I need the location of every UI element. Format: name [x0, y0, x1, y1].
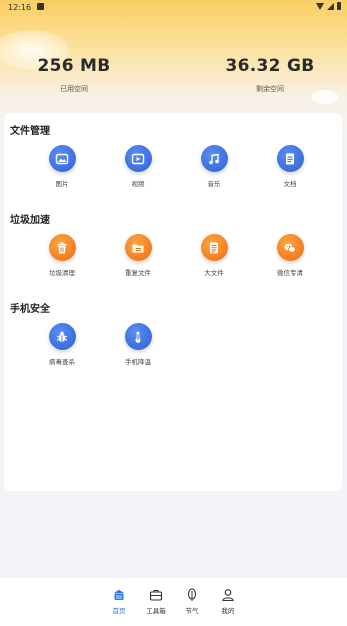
tools-card: 文件管理 图片 视频 音乐 文档 垃圾加速 垃圾清理 重复文件 大文件 微信专清… [4, 113, 342, 491]
tool-virus-scan[interactable]: 病毒查杀 [32, 323, 92, 366]
tool-large-files-label: 大文件 [204, 269, 224, 277]
status-time: 12:16 [8, 3, 32, 12]
tool-images[interactable]: 图片 [32, 145, 92, 188]
file-management-row: 图片 视频 音乐 文档 [4, 145, 342, 191]
home-icon [112, 587, 126, 601]
tool-junk-clean[interactable]: 垃圾清理 [32, 234, 92, 277]
used-storage-value: 256 MB [37, 56, 111, 76]
wifi-icon [316, 2, 324, 10]
tab-solar-terms-label: 节气 [185, 607, 199, 615]
tool-wechat-clean[interactable]: 微信专清 [260, 234, 320, 277]
tool-music[interactable]: 音乐 [184, 145, 244, 188]
tab-solar-terms[interactable]: 节气 [177, 587, 207, 615]
profile-icon [221, 587, 235, 602]
video-icon [124, 145, 152, 172]
signal-icon [327, 2, 334, 10]
file-icon [200, 234, 228, 261]
tool-virus-scan-label: 病毒查杀 [49, 358, 75, 366]
tool-duplicate-files-label: 重复文件 [125, 269, 151, 277]
section-title-file-management: 文件管理 [10, 126, 50, 137]
tool-phone-cooling[interactable]: 手机降温 [108, 323, 168, 366]
section-title-junk-boost: 垃圾加速 [10, 215, 50, 226]
tool-documents[interactable]: 文档 [260, 145, 320, 188]
tab-profile-label: 我的 [221, 607, 235, 615]
bottom-tab-bar: 首页 工具箱 节气 我的 [0, 578, 347, 626]
bug-icon [48, 323, 76, 350]
tab-home[interactable]: 首页 [104, 587, 134, 615]
tab-toolbox-label: 工具箱 [146, 607, 166, 615]
used-storage: 256 MB 已用空间 [14, 56, 134, 94]
tool-documents-label: 文档 [283, 180, 297, 188]
section-title-phone-security: 手机安全 [10, 304, 50, 315]
tool-junk-clean-label: 垃圾清理 [49, 269, 75, 277]
used-storage-label: 已用空间 [60, 85, 88, 93]
tool-images-label: 图片 [55, 180, 69, 188]
status-bar: 12:16 [0, 0, 347, 14]
music-icon [200, 145, 228, 172]
leaf-icon [185, 587, 199, 601]
image-icon [48, 145, 76, 172]
status-indicators [316, 2, 341, 10]
free-storage-value: 36.32 GB [225, 56, 315, 76]
tool-duplicate-files[interactable]: 重复文件 [108, 234, 168, 277]
tab-toolbox[interactable]: 工具箱 [141, 587, 171, 615]
tool-phone-cooling-label: 手机降温 [125, 358, 151, 366]
wechat-icon [276, 234, 304, 261]
free-storage-label: 剩余空间 [256, 85, 284, 93]
junk-boost-row: 垃圾清理 重复文件 大文件 微信专清 [4, 234, 342, 280]
document-icon [276, 145, 304, 172]
tool-videos[interactable]: 视频 [108, 145, 168, 188]
tool-music-label: 音乐 [207, 180, 221, 188]
battery-icon [337, 2, 341, 10]
tab-profile[interactable]: 我的 [213, 587, 243, 615]
free-storage: 36.32 GB 剩余空间 [210, 56, 330, 94]
notification-icon [37, 3, 44, 10]
tool-videos-label: 视频 [131, 180, 145, 188]
toolbox-icon [149, 587, 163, 601]
thermometer-icon [124, 323, 152, 350]
tool-wechat-clean-label: 微信专清 [277, 269, 303, 277]
tab-home-label: 首页 [112, 607, 126, 615]
folder-icon [124, 234, 152, 261]
phone-security-row: 病毒查杀 手机降温 [4, 323, 342, 369]
tool-large-files[interactable]: 大文件 [184, 234, 244, 277]
trash-icon [48, 234, 76, 261]
